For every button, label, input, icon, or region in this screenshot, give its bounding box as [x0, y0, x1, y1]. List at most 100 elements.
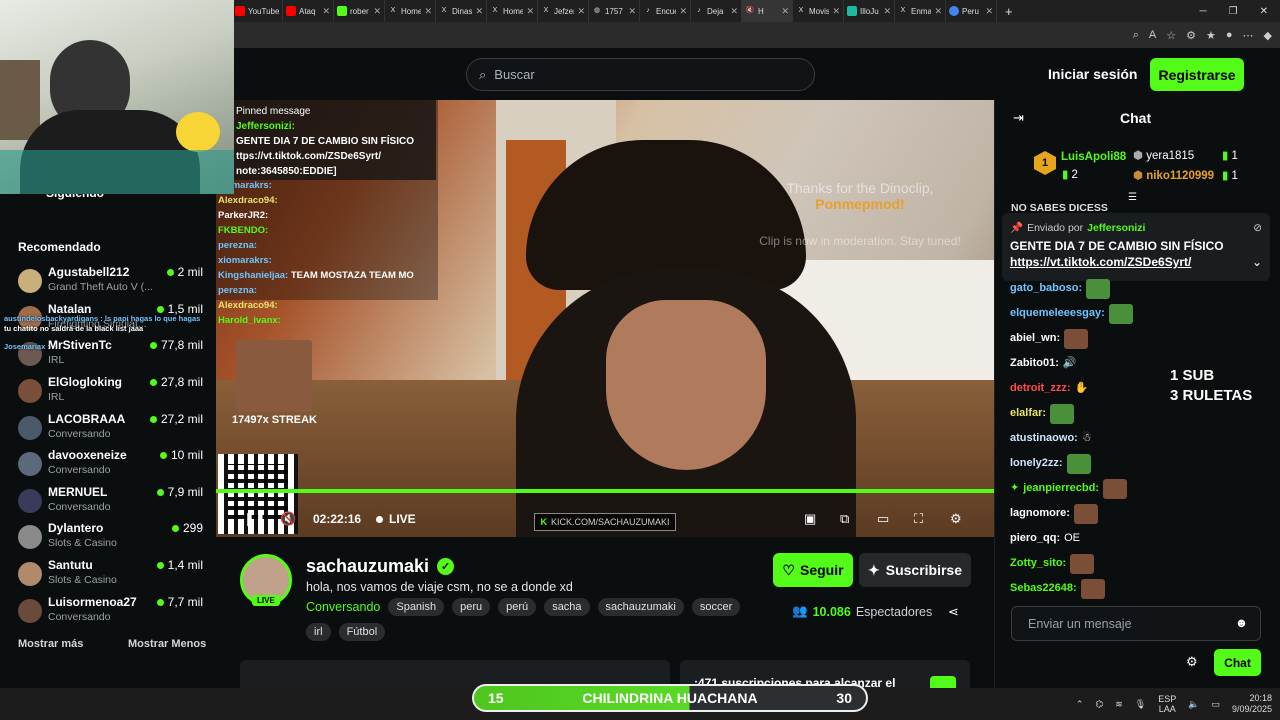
pause-icon[interactable]: ❚❚ — [244, 511, 266, 527]
chevron-up-icon[interactable]: ⌃ — [1076, 699, 1084, 710]
mic-icon[interactable]: 🎙 — [1135, 699, 1146, 710]
read-aloud-icon[interactable]: A — [1149, 29, 1156, 41]
volume-mute-icon[interactable]: 🔇 — [280, 511, 296, 527]
fullscreen-icon[interactable]: ⛶ — [914, 511, 923, 527]
copilot-icon[interactable]: ◆ — [1264, 29, 1272, 42]
network-icon[interactable]: ⌬ — [1095, 699, 1103, 710]
category-link[interactable]: Conversando — [306, 600, 380, 614]
browser-tab[interactable]: X Home ✕ — [385, 0, 436, 22]
leaderboard-user[interactable]: LuisApoli88 — [1061, 151, 1126, 163]
leaderboard-user[interactable]: ⬢ yera1815 — [1133, 148, 1194, 162]
close-tab-icon[interactable]: ✕ — [577, 6, 585, 17]
share-icon[interactable]: ⋖ — [948, 604, 959, 620]
browser-tab[interactable]: ♪ Encue ✕ — [640, 0, 691, 22]
sidebar-item[interactable]: davooxeneize Conversando 10 mil — [18, 448, 203, 484]
browser-tab[interactable]: ◍ 1757 ✕ — [589, 0, 640, 22]
browser-tab[interactable]: Peru ✕ — [946, 0, 997, 22]
viewer-count: 1,4 mil — [156, 558, 203, 572]
extensions-icon[interactable]: ⚙ — [1186, 29, 1196, 42]
sidebar-item[interactable]: Agustabell212 Grand Theft Auto V (... 2 mi… — [18, 265, 203, 301]
tag-pill[interactable]: Spanish — [388, 598, 445, 616]
sidebar-item[interactable]: ElGlogloking IRL 27,8 mil — [18, 375, 203, 411]
language-indicator[interactable]: ESP LAA — [1158, 694, 1176, 714]
favorite-star-icon[interactable]: ☆ — [1166, 29, 1176, 42]
hide-icon[interactable]: ⊘ — [1253, 222, 1262, 234]
close-tab-icon[interactable]: ✕ — [475, 6, 483, 17]
browser-tab[interactable]: Ataq ✕ — [283, 0, 334, 22]
close-tab-icon[interactable]: ✕ — [679, 6, 687, 17]
close-tab-icon[interactable]: ✕ — [424, 6, 432, 17]
tag-pill[interactable]: Fútbol — [338, 623, 386, 641]
new-tab-button[interactable]: + — [1005, 4, 1013, 19]
subscribe-button[interactable]: ✦ Suscribirse — [859, 553, 971, 587]
close-window-icon[interactable]: ✕ — [1260, 6, 1268, 17]
search-input[interactable]: ⌕ Buscar — [466, 58, 815, 91]
browser-tab[interactable]: X Home ✕ — [487, 0, 538, 22]
show-more-button[interactable]: Mostrar más — [18, 638, 83, 650]
browser-tab[interactable]: rober ✕ — [334, 0, 385, 22]
tag-pill[interactable]: sachauzumaki — [597, 598, 684, 616]
maximize-icon[interactable]: ❐ — [1229, 6, 1238, 17]
chevron-down-icon[interactable]: ⌄ — [1252, 255, 1262, 269]
close-tab-icon[interactable]: ✕ — [322, 6, 330, 17]
chat-message-input[interactable]: Enviar un mensaje ☻ — [1011, 606, 1261, 641]
chat-settings-icon[interactable]: ⚙ — [1186, 654, 1198, 670]
wifi-icon[interactable]: ≋ — [1115, 699, 1123, 710]
browser-tab[interactable]: YouTube — [232, 0, 283, 22]
pinned-link[interactable]: https://vt.tiktok.com/ZSDe6Syrt/ — [1010, 255, 1191, 269]
close-tab-icon[interactable]: ✕ — [526, 6, 534, 17]
video-progress-bar[interactable] — [216, 489, 994, 493]
live-dot-icon — [376, 515, 383, 523]
favorites-icon[interactable]: ★ — [1206, 29, 1216, 42]
zoom-icon[interactable]: ⌕ — [1133, 29, 1139, 42]
browser-tab[interactable]: X Jefzer ✕ — [538, 0, 589, 22]
volume-icon[interactable]: 🔈 — [1188, 699, 1199, 710]
browser-tab[interactable]: X Enma ✕ — [895, 0, 946, 22]
close-tab-icon[interactable]: ✕ — [934, 6, 942, 17]
overlay-chat-line: ParkerJR2: — [218, 210, 269, 221]
expand-leaderboard-icon[interactable]: ☰ — [1128, 192, 1137, 203]
profile-icon[interactable]: ● — [1226, 29, 1233, 41]
battery-icon[interactable]: ▭ — [1211, 699, 1220, 710]
more-menu-icon[interactable]: ⋯ — [1243, 29, 1254, 42]
browser-tab[interactable]: X Dinas ✕ — [436, 0, 487, 22]
follow-button[interactable]: ♡ Seguir — [773, 553, 853, 587]
leaderboard-user[interactable]: ⬢ niko1120999 — [1133, 168, 1214, 182]
collapse-chat-icon[interactable]: ⇥ — [1013, 110, 1024, 126]
close-tab-icon[interactable]: ✕ — [628, 6, 636, 17]
minimize-icon[interactable]: ─ — [1200, 6, 1207, 17]
tag-pill[interactable]: soccer — [691, 598, 741, 616]
browser-tab[interactable]: X Movis ✕ — [793, 0, 844, 22]
register-button[interactable]: Registrarse — [1150, 58, 1244, 91]
settings-gear-icon[interactable]: ⚙ — [950, 511, 962, 527]
viewer-count: 27,8 mil — [149, 375, 203, 389]
tag-pill[interactable]: perú — [498, 598, 537, 616]
clip-icon[interactable]: ⧉ — [840, 511, 849, 527]
login-button[interactable]: Iniciar sesión — [1048, 66, 1137, 82]
emote-icon — [1070, 553, 1095, 574]
sidebar-item[interactable]: LACOBRAAA Conversando 27,2 mil — [18, 412, 203, 448]
close-tab-icon[interactable]: ✕ — [832, 6, 840, 17]
browser-tab-active[interactable]: 🔇 H ✕ — [742, 0, 793, 22]
picture-in-picture-icon[interactable]: ▣ — [804, 511, 816, 527]
browser-tab[interactable]: ♪ Deja ✕ — [691, 0, 742, 22]
show-less-button[interactable]: Mostrar Menos — [128, 638, 206, 650]
clock[interactable]: 20:18 9/09/2025 — [1232, 693, 1272, 715]
close-tab-icon[interactable]: ✕ — [883, 6, 891, 17]
close-tab-icon[interactable]: ✕ — [373, 6, 381, 17]
close-tab-icon[interactable]: ✕ — [781, 6, 789, 17]
sidebar-item[interactable]: Dylantero Slots & Casino 299 — [18, 521, 203, 557]
tag-pill[interactable]: peru — [452, 598, 491, 616]
sidebar-item[interactable]: Santutu Slots & Casino 1,4 mil — [18, 558, 203, 594]
tag-pill[interactable]: irl — [306, 623, 331, 641]
sidebar-item[interactable]: Luisormenoa27 Conversando 7,7 mil — [18, 595, 203, 631]
streamer-name[interactable]: sachauzumaki ✓ — [306, 556, 455, 577]
tag-pill[interactable]: sacha — [544, 598, 590, 616]
emoji-icon[interactable]: ☻ — [1235, 616, 1248, 630]
close-tab-icon[interactable]: ✕ — [985, 6, 993, 17]
sidebar-item[interactable]: MERNUEL Conversando 7,9 mil — [18, 485, 203, 521]
chat-send-button[interactable]: Chat — [1214, 649, 1261, 676]
theater-mode-icon[interactable]: ▭ — [877, 511, 889, 527]
close-tab-icon[interactable]: ✕ — [730, 6, 738, 17]
browser-tab[interactable]: IlloJu ✕ — [844, 0, 895, 22]
